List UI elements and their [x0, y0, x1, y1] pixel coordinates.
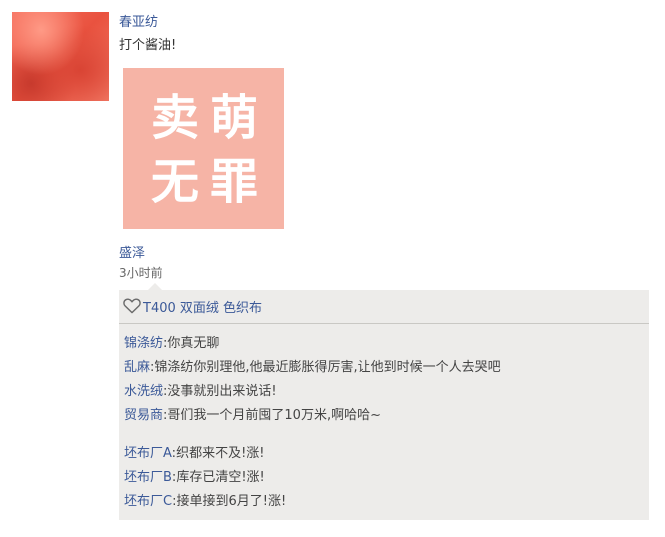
sticker-glyph: 罪	[210, 154, 258, 210]
comment-text: 库存已清空!涨!	[176, 470, 265, 485]
comment-text: 哥们我一个月前囤了10万米,啊哈哈~	[167, 408, 381, 423]
comment-item: 坯布厂A:织都来不及!涨!	[124, 442, 265, 461]
comment-text: 锦涤纺你别理他,他最近膨胀得厉害,让他到时候一个人去哭吧	[154, 360, 501, 375]
location-link[interactable]: 盛泽	[119, 242, 145, 261]
comment-author[interactable]: 乱麻	[124, 360, 150, 375]
sticker-image: 卖 萌 无 罪	[151, 90, 258, 210]
comment-item: 贸易商:哥们我一个月前囤了10万米,啊哈哈~	[124, 404, 381, 423]
comment-text: 接单接到6月了!涨!	[176, 494, 287, 509]
sticker-glyph: 无	[151, 154, 199, 210]
post-timestamp: 3小时前	[119, 266, 163, 280]
comment-author[interactable]: 水洗绒	[124, 384, 163, 399]
comment-item: 锦涤纺:你真无聊	[124, 332, 219, 351]
likes-label[interactable]: T400 双面绒 色织布	[143, 297, 262, 316]
divider	[119, 323, 649, 324]
post-author-link[interactable]: 春亚纺	[119, 11, 158, 30]
comment-text: 没事就别出来说话!	[167, 384, 277, 399]
likes-row: T400 双面绒 色织布	[123, 294, 262, 318]
comment-author[interactable]: 坯布厂A	[124, 446, 172, 461]
user-avatar[interactable]	[12, 12, 109, 101]
post-text: 打个酱油!	[119, 38, 177, 53]
comment-item: 乱麻:锦涤纺你别理他,他最近膨胀得厉害,让他到时候一个人去哭吧	[124, 356, 501, 375]
post-image[interactable]: 卖 萌 无 罪	[123, 68, 284, 229]
comment-author[interactable]: 贸易商	[124, 408, 163, 423]
comment-text: 你真无聊	[167, 336, 220, 351]
comment-item: 坯布厂B:库存已清空!涨!	[124, 466, 265, 485]
heart-icon[interactable]	[123, 298, 141, 314]
panel-caret	[148, 283, 162, 290]
comment-author[interactable]: 坯布厂B	[124, 470, 172, 485]
comment-text: 织都来不及!涨!	[176, 446, 265, 461]
sticker-glyph: 卖	[151, 90, 199, 146]
comment-author[interactable]: 坯布厂C	[124, 494, 172, 509]
feedback-panel: T400 双面绒 色织布 锦涤纺:你真无聊 乱麻:锦涤纺你别理他,他最近膨胀得厉…	[119, 290, 649, 520]
comment-author[interactable]: 锦涤纺	[124, 336, 163, 351]
comment-item: 坯布厂C:接单接到6月了!涨!	[124, 490, 286, 509]
sticker-glyph: 萌	[210, 90, 258, 146]
comment-item: 水洗绒:没事就别出来说话!	[124, 380, 277, 399]
